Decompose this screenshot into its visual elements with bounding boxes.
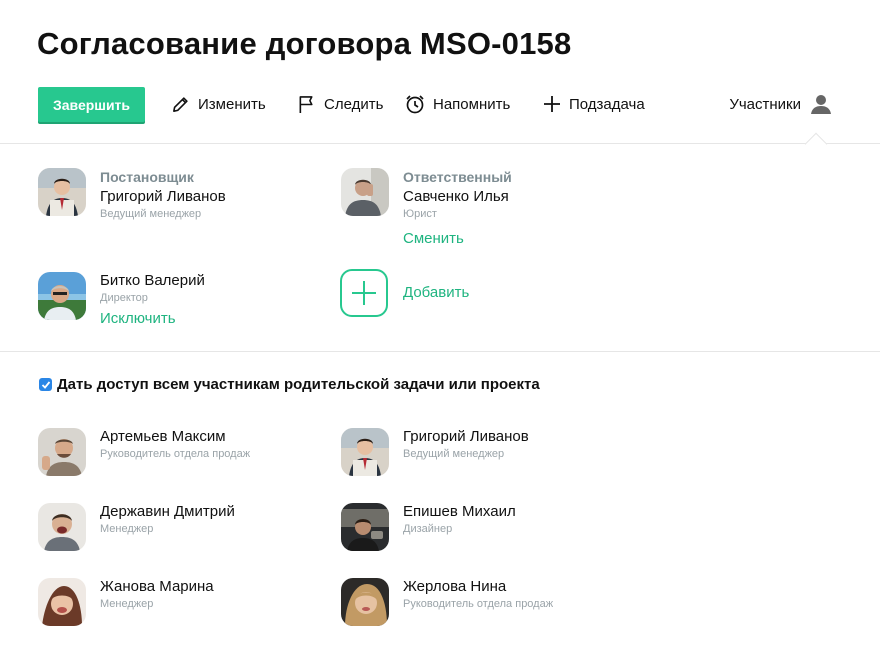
person-position: Директор [100,292,148,304]
avatar[interactable] [341,168,389,216]
person-name[interactable]: Битко Валерий [100,272,205,290]
person-position: Дизайнер [403,523,453,535]
person-name[interactable]: Жерлова Нина [403,578,553,596]
person-position: Ведущий менеджер [403,448,505,460]
avatar[interactable] [38,168,86,216]
role-label: Ответственный [403,169,512,185]
avatar[interactable] [38,503,86,551]
avatar[interactable] [341,428,389,476]
edit-button[interactable]: Изменить [171,91,266,117]
person-position: Руководитель отдела продаж [100,448,251,460]
follow-button[interactable]: Следить [298,91,383,117]
member-item: Григорий Ливанов Ведущий менеджер [341,428,529,476]
plus-icon [352,281,376,305]
subtask-button[interactable]: Подзадача [543,91,645,117]
edit-label: Изменить [198,95,266,113]
member-item: Жерлова Нина Руководитель отдела продаж [341,578,553,626]
checkmark-icon [41,380,50,389]
person-name[interactable]: Жанова Марина [100,578,214,596]
change-responsible-link[interactable]: Сменить [403,230,512,248]
access-label: Дать доступ всем участникам родительской… [57,376,540,393]
role-label: Постановщик [100,169,194,185]
finish-button[interactable]: Завершить [38,87,145,122]
member-item: Державин Дмитрий Менеджер [38,503,235,551]
person-position: Менеджер [100,523,154,535]
avatar[interactable] [38,272,86,320]
panel-notch [804,132,828,156]
participants-button[interactable]: Участники [729,91,832,117]
section-divider [0,351,880,352]
person-position: Юрист [403,208,437,220]
remind-button[interactable]: Напомнить [405,91,510,117]
creator-card: Постановщик Григорий Ливанов Ведущий мен… [38,168,226,221]
person-name[interactable]: Епишев Михаил [403,503,516,521]
person-name[interactable]: Державин Дмитрий [100,503,235,521]
person-position: Менеджер [100,598,154,610]
avatar[interactable] [38,578,86,626]
observer-card: Битко Валерий Директор Исключить [38,272,205,328]
member-item: Жанова Марина Менеджер [38,578,214,626]
person-name[interactable]: Савченко Илья [403,188,512,206]
responsible-card: Ответственный Савченко Илья Юрист Сменит… [341,168,512,248]
person-position: Ведущий менеджер [100,208,202,220]
subtask-label: Подзадача [569,95,645,113]
add-participant-button[interactable] [340,269,388,317]
header-divider [0,143,880,144]
pencil-icon [173,96,188,112]
member-item: Епишев Михаил Дизайнер [341,503,516,551]
remind-label: Напомнить [433,95,511,113]
remove-participant-link[interactable]: Исключить [100,310,205,328]
plus-icon [544,96,560,112]
toolbar: Завершить Изменить Следить Напомнить Под… [0,86,880,122]
access-checkbox[interactable] [39,378,52,391]
person-position: Руководитель отдела продаж [403,598,554,610]
avatar[interactable] [341,503,389,551]
user-icon [811,95,831,114]
participants-label: Участники [729,95,801,113]
access-option[interactable]: Дать доступ всем участникам родительской… [39,376,540,393]
member-item: Артемьев Максим Руководитель отдела прод… [38,428,250,476]
page-title: Согласование договора MSO-0158 [37,26,572,61]
person-name[interactable]: Григорий Ливанов [403,428,529,446]
alarm-clock-icon [406,95,424,114]
person-name[interactable]: Григорий Ливанов [100,188,226,206]
avatar[interactable] [341,578,389,626]
follow-label: Следить [324,95,384,113]
avatar[interactable] [38,428,86,476]
person-name[interactable]: Артемьев Максим [100,428,250,446]
flag-icon [299,95,313,113]
add-participant-label[interactable]: Добавить [403,284,469,301]
